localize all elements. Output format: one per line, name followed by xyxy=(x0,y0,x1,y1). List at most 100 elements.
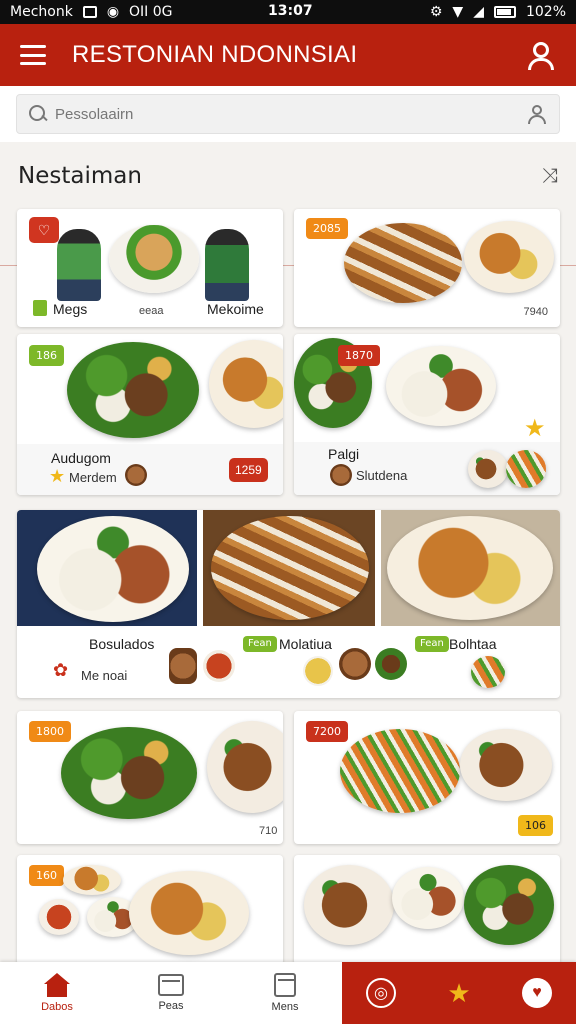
rating-badge: 2085 xyxy=(306,218,348,239)
card-left-label: Megs xyxy=(53,301,88,317)
snack-thumb-icon xyxy=(303,656,333,686)
box-icon xyxy=(158,974,184,996)
vegetable-plate-image xyxy=(340,729,460,813)
person-illustration xyxy=(57,229,101,301)
drink-thumb-icon xyxy=(169,648,197,684)
card-sub: Slutdena xyxy=(356,468,408,483)
wifi-icon: ▼ xyxy=(452,4,464,20)
section-title: Nestaiman xyxy=(18,163,142,189)
rating-badge: 1870 xyxy=(338,345,380,366)
wide-label-1: Molatiua xyxy=(279,636,332,652)
profile-icon[interactable] xyxy=(526,40,556,70)
app-bar: RESTONIAN NDONNSIAI xyxy=(0,24,576,86)
menu-card-8[interactable] xyxy=(294,855,560,965)
menu-card-7[interactable]: 160 xyxy=(17,855,283,965)
card-price: 7940 xyxy=(523,306,548,318)
search-input[interactable] xyxy=(55,105,527,123)
signal-indicators: OII 0G xyxy=(129,4,173,20)
price-tag: 1259 xyxy=(229,458,268,482)
star-icon: ★ xyxy=(49,466,66,486)
explore-icon[interactable]: ◎ xyxy=(366,978,396,1008)
sate-plate-image xyxy=(344,223,462,303)
tag-badge: Fean xyxy=(243,636,277,652)
rice-plate-photo xyxy=(37,516,189,622)
person-illustration-2 xyxy=(205,229,249,301)
star-icon[interactable]: ★ xyxy=(444,978,474,1008)
battery-level: 102% xyxy=(525,4,566,20)
wifi-eye-icon: ◉ xyxy=(106,4,120,20)
nav-home-label: Dabos xyxy=(41,1001,73,1013)
sync-icon: ⚙ xyxy=(429,4,443,20)
rating-badge: 160 xyxy=(29,865,64,886)
nav-action-area: ◎ ★ ♥ xyxy=(342,962,576,1024)
food-spread-image xyxy=(109,225,199,293)
mini-plate-image xyxy=(471,656,505,688)
menu-card-palgi[interactable]: 1870 ★ Palgi Slutdena xyxy=(294,334,560,495)
clock: 13:07 xyxy=(268,3,313,19)
menu-card-5[interactable]: 1800 710 xyxy=(17,711,283,844)
menu-card-nasi[interactable]: 186 Audugom ★ Merdem 1259 xyxy=(17,334,283,495)
menu-book-icon xyxy=(274,973,296,997)
wide-label-2: Bolhtaa xyxy=(449,636,497,652)
mini-plate-image xyxy=(468,450,508,488)
rice-bowl-image xyxy=(386,346,496,426)
dish-thumb-icon xyxy=(330,464,352,486)
favorite-icon[interactable]: ♡ xyxy=(29,217,59,243)
signal-icon: ◢ xyxy=(473,4,484,20)
featured-card-sate[interactable]: 2085 7940 xyxy=(294,209,560,327)
sambal-thumb-icon xyxy=(203,650,235,682)
card-sub: Merdem xyxy=(69,470,117,485)
home-icon xyxy=(44,973,70,997)
nav-home[interactable]: Dabos xyxy=(0,962,114,1024)
mixed-plate-photo xyxy=(387,516,553,620)
shuffle-icon[interactable]: ⤨ xyxy=(542,165,558,188)
section-header: Nestaiman ⤨ xyxy=(0,150,576,202)
featured-wide-card[interactable]: Bosulados ✿ Me noai Fean Molatiua Fean B… xyxy=(17,510,560,698)
tag-badge-2: Fean xyxy=(415,636,449,652)
rating-badge: 186 xyxy=(29,345,64,366)
nav-orders[interactable]: Peas xyxy=(114,962,228,1024)
card-title: Palgi xyxy=(328,446,360,462)
search-bar-container xyxy=(0,86,576,142)
nav-orders-label: Peas xyxy=(158,1000,184,1012)
side-plate-image xyxy=(209,340,283,428)
brand-logo-icon xyxy=(33,300,47,316)
nasi-plate-image xyxy=(67,342,199,438)
dish-thumb-icon-2 xyxy=(375,648,407,680)
rice-plate-image xyxy=(392,867,464,929)
battery-icon xyxy=(493,6,516,18)
chicken-plate-image xyxy=(464,221,554,293)
card-right-label: Mekoime xyxy=(207,301,264,317)
rating-badge: 7200 xyxy=(306,721,348,742)
fried-rice-plate-image xyxy=(129,871,249,955)
mini-plate-image-2 xyxy=(506,450,546,488)
chicken-plate-image xyxy=(207,721,283,813)
featured-card-restaurant[interactable]: ♡ Megs eeaa Mekoime xyxy=(17,209,283,327)
rating-badge: 1800 xyxy=(29,721,71,742)
dish-thumb-icon xyxy=(339,648,371,680)
nav-menu[interactable]: Mens xyxy=(228,962,342,1024)
card-title: Audugom xyxy=(51,450,111,466)
flower-icon: ✿ xyxy=(53,660,69,680)
bottom-navigation: Dabos Peas Mens ◎ ★ ♥ xyxy=(0,962,576,1024)
user-icon[interactable] xyxy=(527,104,547,124)
notification-icon xyxy=(82,6,97,18)
star-icon: ★ xyxy=(524,415,546,442)
card-price: 710 xyxy=(259,825,278,837)
wide-card-title: Bosulados xyxy=(89,636,155,652)
chicken-plate-image xyxy=(304,865,394,945)
hamburger-icon[interactable] xyxy=(20,45,46,65)
sambal-bowl-image xyxy=(39,899,79,935)
grilled-plate-photo xyxy=(211,516,369,620)
egg-plate-image xyxy=(464,865,554,945)
heart-icon[interactable]: ♥ xyxy=(522,978,552,1008)
carrier-label: Mechonk xyxy=(10,4,73,20)
menu-card-6[interactable]: 7200 106 xyxy=(294,711,560,844)
nasi-plate-image xyxy=(61,727,197,819)
meat-plate-image xyxy=(460,729,552,801)
search-icon[interactable] xyxy=(29,105,47,123)
search-bar xyxy=(16,94,560,134)
status-bar: Mechonk ◉ OII 0G 13:07 ⚙ ▼ ◢ 102% xyxy=(0,0,576,24)
side-bowl-image xyxy=(63,865,121,895)
app-title: RESTONIAN NDONNSIAI xyxy=(72,41,358,68)
